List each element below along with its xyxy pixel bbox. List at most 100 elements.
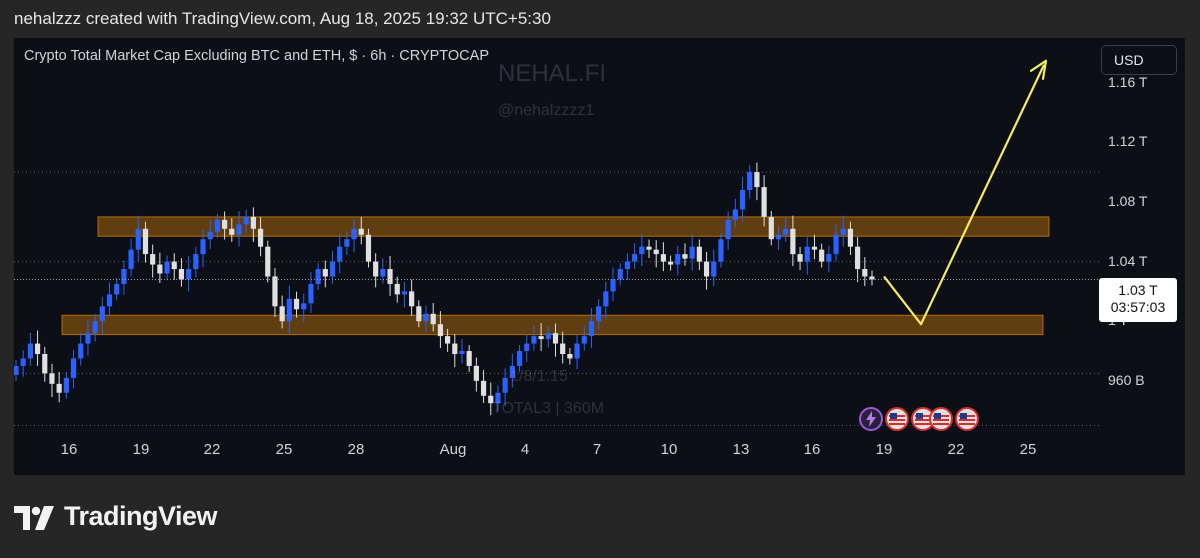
candle-body [790, 228, 796, 255]
candle-body [747, 172, 753, 191]
us-flag-event-icon[interactable] [955, 407, 979, 431]
candle-body [265, 246, 271, 277]
time-axis-label: 4 [520, 441, 530, 458]
candle-body [250, 216, 256, 229]
candle-body [531, 336, 537, 344]
time-axis-label: 28 [347, 441, 365, 458]
candle-body [27, 343, 33, 359]
tradingview-wordmark: TradingView [64, 501, 218, 531]
candle-body [157, 264, 163, 274]
candle-body [373, 261, 379, 277]
candle-body [14, 365, 19, 375]
candle-body [358, 228, 364, 235]
candle-body [437, 324, 443, 337]
candle-body [783, 228, 789, 235]
candle-body [711, 261, 717, 277]
candle-body [452, 343, 458, 354]
candle-body [49, 373, 55, 384]
candle-body [725, 219, 731, 240]
candle-body [401, 291, 408, 295]
candle-body [732, 209, 738, 220]
candle-body [739, 190, 746, 210]
candle-body [538, 336, 544, 340]
candle-body [574, 343, 580, 359]
price-axis-label: 960 B [1108, 371, 1145, 388]
candle-body [423, 313, 429, 322]
candle-body [775, 234, 782, 240]
candle-body [286, 298, 292, 322]
candle-body [128, 249, 134, 270]
candle-body [78, 343, 84, 359]
candle-body [545, 333, 551, 340]
candle-body [768, 216, 774, 240]
candle-body [200, 239, 206, 255]
candle-body [847, 228, 854, 247]
candle-body [387, 269, 393, 284]
us-flag-icon [959, 413, 975, 425]
candle-body [588, 321, 595, 337]
candle-body [552, 333, 559, 344]
candle-body [178, 269, 185, 280]
price-axis-label: 1.04 T [1108, 252, 1148, 269]
candle-body [164, 261, 170, 274]
candle-body [186, 269, 192, 280]
time-axis-label: 19 [132, 441, 150, 458]
candle-body [301, 303, 307, 310]
candle-body [502, 377, 508, 393]
time-axis-label: 22 [947, 441, 965, 458]
candle-body [560, 343, 566, 354]
candle-body [617, 269, 623, 280]
candle-body [516, 351, 523, 366]
candle-body [675, 254, 681, 265]
candle-body [135, 228, 141, 250]
candle-body [603, 291, 609, 307]
candle-body [811, 246, 818, 250]
candle-body [380, 269, 386, 277]
candle-body [150, 254, 156, 265]
candle-body [279, 306, 285, 322]
bar-countdown: 03:57:03 [1110, 299, 1166, 315]
lightning-event-icon[interactable] [859, 407, 883, 431]
candle-body [99, 306, 105, 322]
currency-button[interactable]: USD [1101, 45, 1177, 75]
candle-body [114, 283, 120, 295]
candle-body [473, 365, 479, 381]
us-flag-icon [933, 413, 949, 425]
candle-body [214, 219, 221, 232]
candle-body [524, 343, 530, 352]
candle-body [121, 269, 127, 284]
candle-body [171, 261, 177, 270]
candle-body [646, 246, 652, 250]
support-zone [61, 314, 1044, 336]
candle-body [222, 219, 228, 229]
price-axis-label: 1.08 T [1108, 192, 1148, 209]
candle-body [106, 294, 113, 307]
us-flag-event-icon[interactable] [929, 407, 953, 431]
candle-body [696, 246, 702, 262]
watermark-handle: @nehalzzzz1 [498, 102, 595, 119]
chart-area[interactable]: Crypto Total Market Cap Excluding BTC an… [14, 38, 1185, 475]
candle-body [639, 246, 645, 255]
candle-body [344, 239, 350, 247]
candle-body [581, 336, 587, 344]
candle-body [826, 254, 832, 262]
candle-body [804, 246, 810, 262]
candle-body [85, 333, 91, 344]
candle-body [430, 313, 436, 325]
candle-body [840, 228, 846, 235]
candle-body [20, 358, 26, 366]
candle-body [703, 261, 710, 277]
candle-body [833, 234, 839, 255]
candle-body [718, 239, 724, 262]
candle-body [660, 254, 666, 262]
time-axis-label: 25 [1019, 441, 1037, 458]
candle-body [754, 172, 760, 188]
price-axis-label: 1.16 T [1108, 73, 1148, 90]
time-axis-label: 16 [803, 441, 821, 458]
us-flag-event-icon[interactable] [885, 407, 909, 431]
candle-body [466, 351, 472, 366]
projection-path [883, 64, 1045, 326]
candle-body [394, 283, 400, 295]
candle-body [365, 234, 372, 262]
candle-body [596, 306, 602, 322]
